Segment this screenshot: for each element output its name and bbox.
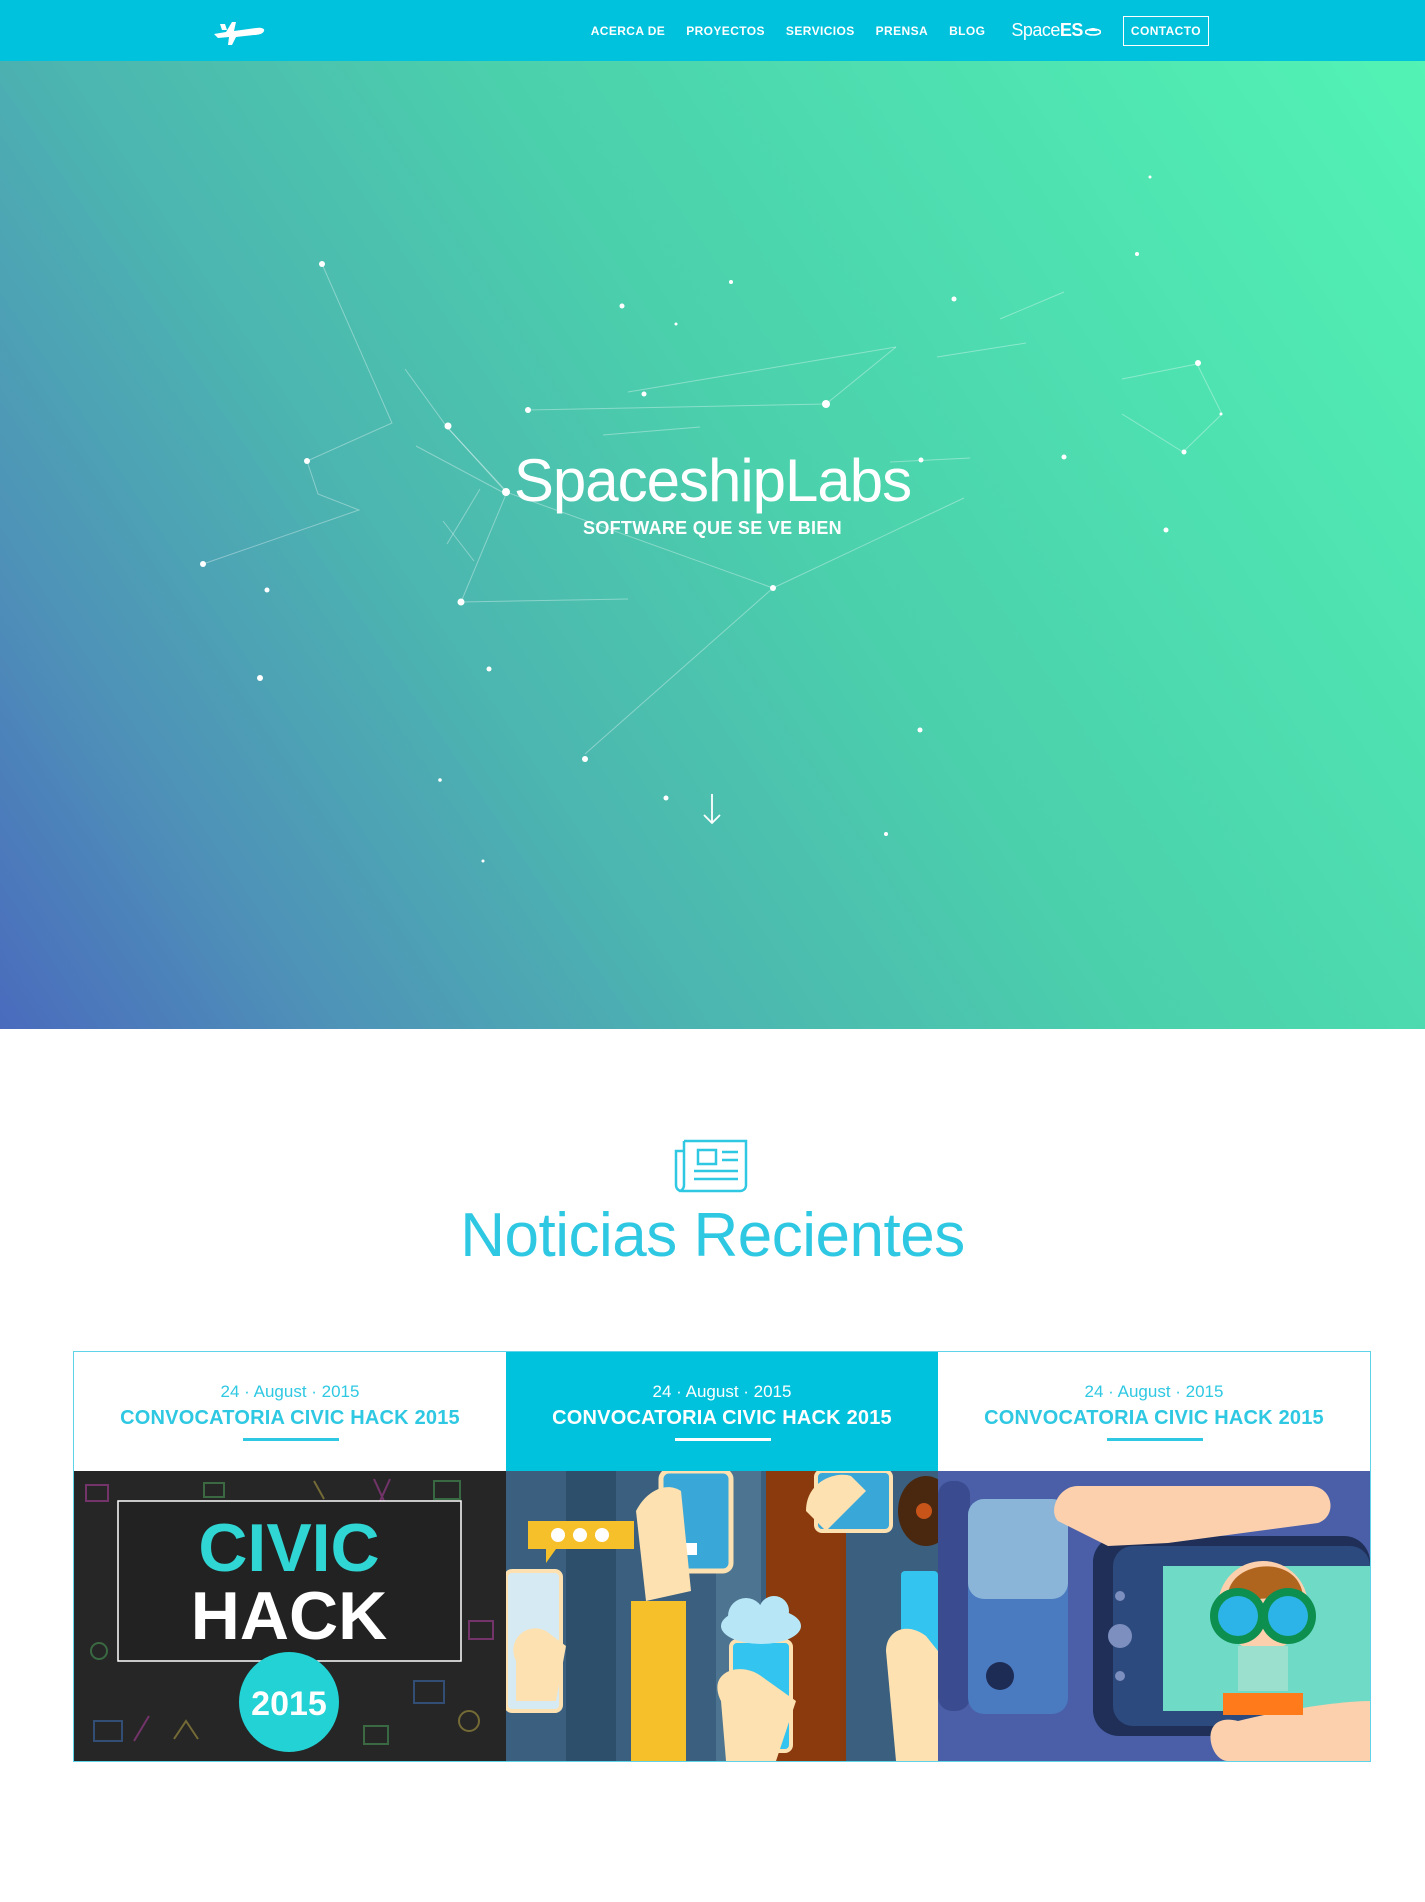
nav-link-servicios[interactable]: SERVICIOS — [786, 24, 855, 38]
civic-hack-word-civic: CIVIC — [198, 1510, 379, 1586]
news-card-date: 24 · August · 2015 — [1084, 1382, 1224, 1401]
nav-link-acerca-de[interactable]: ACERCA DE — [591, 24, 666, 38]
news-card-underline — [243, 1438, 339, 1441]
hero-subtitle: SOFTWARE QUE SE VE BIEN — [583, 518, 842, 538]
civic-hack-word-hack: HACK — [191, 1578, 387, 1654]
phones-hands-image — [506, 1471, 938, 1761]
hero-title: SpaceshipLabs — [513, 447, 912, 514]
news-card-underline — [675, 1438, 771, 1441]
hero-section: SpaceshipLabs SOFTWARE QUE SE VE BIEN — [0, 61, 1425, 1029]
news-card-title[interactable]: CONVOCATORIA CIVIC HACK 2015 — [506, 1407, 938, 1430]
contact-button[interactable]: CONTACTO — [1122, 15, 1209, 46]
news-card-date: 24 · August · 2015 — [220, 1382, 360, 1401]
news-card-header: 24 · August · 2015 CONVOCATORIA CIVIC HA… — [506, 1352, 938, 1471]
spacees-logo-link[interactable]: Space ES — [1011, 20, 1101, 41]
arrow-down-icon[interactable] — [701, 792, 723, 826]
spacees-prefix: Space — [1011, 20, 1060, 40]
spacees-suffix: ES — [1059, 20, 1084, 40]
news-card-underline — [1107, 1438, 1203, 1441]
news-card[interactable]: 24 · August · 2015 CONVOCATORIA CIVIC HA… — [74, 1352, 506, 1761]
news-card-date: 24 · August · 2015 — [652, 1382, 792, 1401]
news-card-header: 24 · August · 2015 CONVOCATORIA CIVIC HA… — [74, 1352, 506, 1471]
news-cards: 24 · August · 2015 CONVOCATORIA CIVIC HA… — [73, 1351, 1371, 1762]
news-card-title[interactable]: CONVOCATORIA CIVIC HACK 2015 — [74, 1407, 506, 1430]
nav-link-blog[interactable]: BLOG — [949, 24, 985, 38]
news-card[interactable]: 24 · August · 2015 CONVOCATORIA CIVIC HA… — [938, 1352, 1370, 1761]
ufo-icon — [1084, 27, 1101, 36]
constellation-background — [200, 175, 1223, 863]
civic-hack-image: CIVIC HACK 2015 — [74, 1471, 506, 1761]
news-card-title[interactable]: CONVOCATORIA CIVIC HACK 2015 — [938, 1407, 1370, 1430]
nav-link-prensa[interactable]: PRENSA — [876, 24, 928, 38]
nav-link-proyectos[interactable]: PROYECTOS — [686, 24, 765, 38]
tablet-binoculars-image — [938, 1471, 1370, 1761]
news-card-header: 24 · August · 2015 CONVOCATORIA CIVIC HA… — [938, 1352, 1370, 1471]
main-menu: ACERCA DE PROYECTOS SERVICIOS PRENSA BLO… — [591, 0, 1425, 61]
spaceship-logo-icon[interactable] — [212, 16, 266, 46]
news-card[interactable]: 24 · August · 2015 CONVOCATORIA CIVIC HA… — [506, 1352, 938, 1761]
news-section-title: Noticias Recientes — [460, 1201, 965, 1270]
newspaper-icon — [674, 1139, 748, 1193]
top-navbar: ACERCA DE PROYECTOS SERVICIOS PRENSA BLO… — [0, 0, 1425, 61]
civic-hack-year: 2015 — [251, 1685, 327, 1723]
